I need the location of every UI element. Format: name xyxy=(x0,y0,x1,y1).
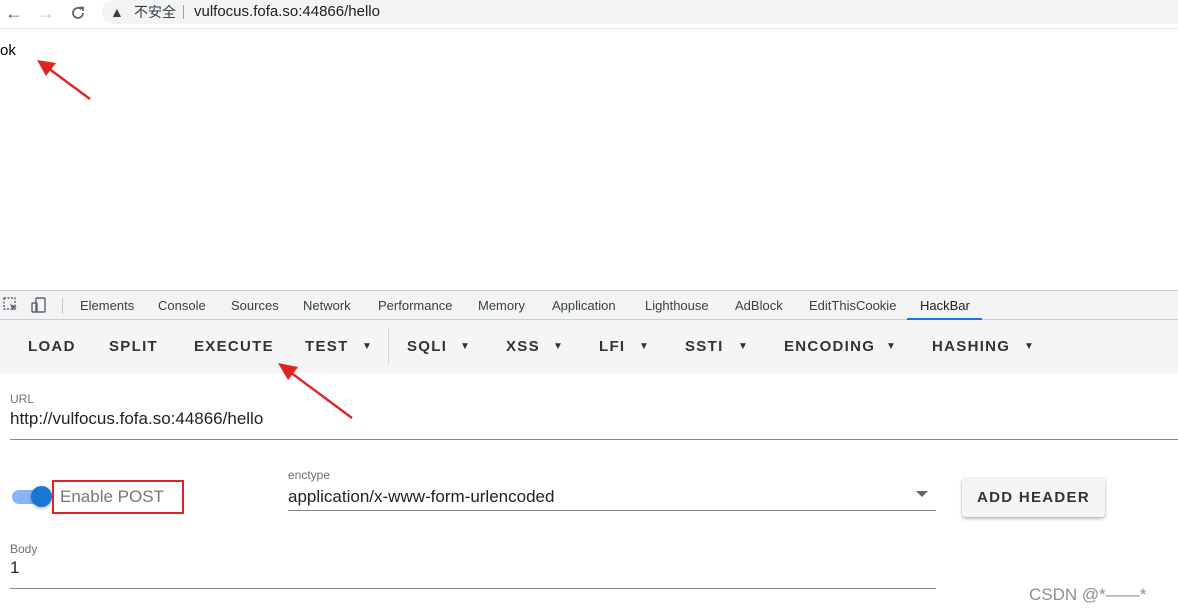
arrow-ok xyxy=(37,60,91,100)
tab-sources[interactable]: Sources xyxy=(231,291,279,320)
ssti-button[interactable]: SSTI xyxy=(685,338,724,356)
tab-performance[interactable]: Performance xyxy=(378,291,452,320)
tab-lighthouse[interactable]: Lighthouse xyxy=(645,291,709,320)
reload-icon[interactable] xyxy=(66,2,90,24)
device-toolbar-icon[interactable] xyxy=(30,296,48,314)
watermark-text: CSDN @*——* xyxy=(1029,585,1147,604)
enable-post-toggle-knob[interactable] xyxy=(31,486,52,507)
address-bar[interactable]: ▲ 不安全 vulfocus.fofa.so:44866/hello xyxy=(102,0,1178,24)
enctype-label: enctype xyxy=(288,468,331,482)
enctype-caret-icon[interactable] xyxy=(916,491,928,497)
xss-button[interactable]: XSS xyxy=(506,338,540,356)
omnibox-divider xyxy=(183,5,184,19)
tab-adblock[interactable]: AdBlock xyxy=(735,291,783,320)
enctype-select[interactable]: application/x-www-form-urlencoded xyxy=(288,487,554,507)
split-button[interactable]: SPLIT xyxy=(109,338,158,356)
encoding-button[interactable]: ENCODING xyxy=(784,338,875,356)
page-body-text: ok xyxy=(0,42,16,59)
forward-arrow-icon[interactable]: → xyxy=(34,2,58,24)
lfi-button[interactable]: LFI xyxy=(599,338,625,356)
sqli-button[interactable]: SQLI xyxy=(407,338,447,356)
tab-hackbar[interactable]: HackBar xyxy=(920,291,970,320)
url-underline xyxy=(10,439,1178,440)
sqli-caret-icon: ▼ xyxy=(460,341,470,352)
screenshot-page: ← → ▲ 不安全 vulfocus.fofa.so:44866/hello o… xyxy=(0,0,1178,612)
back-arrow-icon[interactable]: ← xyxy=(2,2,26,24)
url-input[interactable]: http://vulfocus.fofa.so:44866/hello xyxy=(10,409,263,429)
address-url[interactable]: vulfocus.fofa.so:44866/hello xyxy=(194,0,380,24)
test-button[interactable]: TEST xyxy=(305,338,349,356)
body-underline xyxy=(10,588,936,589)
lfi-caret-icon: ▼ xyxy=(639,341,649,352)
url-label: URL xyxy=(10,392,35,406)
browser-toolbar: ← → ▲ 不安全 vulfocus.fofa.so:44866/hello xyxy=(0,0,1178,29)
inspect-element-icon[interactable] xyxy=(2,296,20,314)
hackbar-toolbar: LOAD SPLIT EXECUTE TEST ▼ SQLI ▼ XSS ▼ L… xyxy=(0,320,1178,373)
add-header-button[interactable]: ADD HEADER xyxy=(962,478,1105,517)
body-input[interactable]: 1 xyxy=(10,558,19,578)
tab-application[interactable]: Application xyxy=(552,291,616,320)
tab-editthiscookie[interactable]: EditThisCookie xyxy=(809,291,896,320)
body-label: Body xyxy=(10,542,38,556)
execute-button[interactable]: EXECUTE xyxy=(194,338,274,356)
tab-elements[interactable]: Elements xyxy=(80,291,134,320)
tab-console[interactable]: Console xyxy=(158,291,206,320)
toolbar-divider xyxy=(388,329,389,364)
devtools-divider xyxy=(62,298,63,314)
xss-caret-icon: ▼ xyxy=(553,341,563,352)
tab-network[interactable]: Network xyxy=(303,291,351,320)
hashing-button[interactable]: HASHING xyxy=(932,338,1010,356)
load-button[interactable]: LOAD xyxy=(28,338,76,356)
reload-icon-svg xyxy=(72,6,84,19)
security-label: 不安全 xyxy=(134,4,176,20)
encoding-caret-icon: ▼ xyxy=(886,341,896,352)
warning-icon: ▲ xyxy=(110,4,124,20)
enctype-underline xyxy=(288,510,936,511)
devtools-tab-bar: Elements Console Sources Network Perform… xyxy=(0,290,1178,320)
hashing-caret-icon: ▼ xyxy=(1024,341,1034,352)
tab-memory[interactable]: Memory xyxy=(478,291,525,320)
ssti-caret-icon: ▼ xyxy=(738,341,748,352)
test-caret-icon: ▼ xyxy=(362,341,372,352)
annotation-highlight-box xyxy=(52,480,184,514)
